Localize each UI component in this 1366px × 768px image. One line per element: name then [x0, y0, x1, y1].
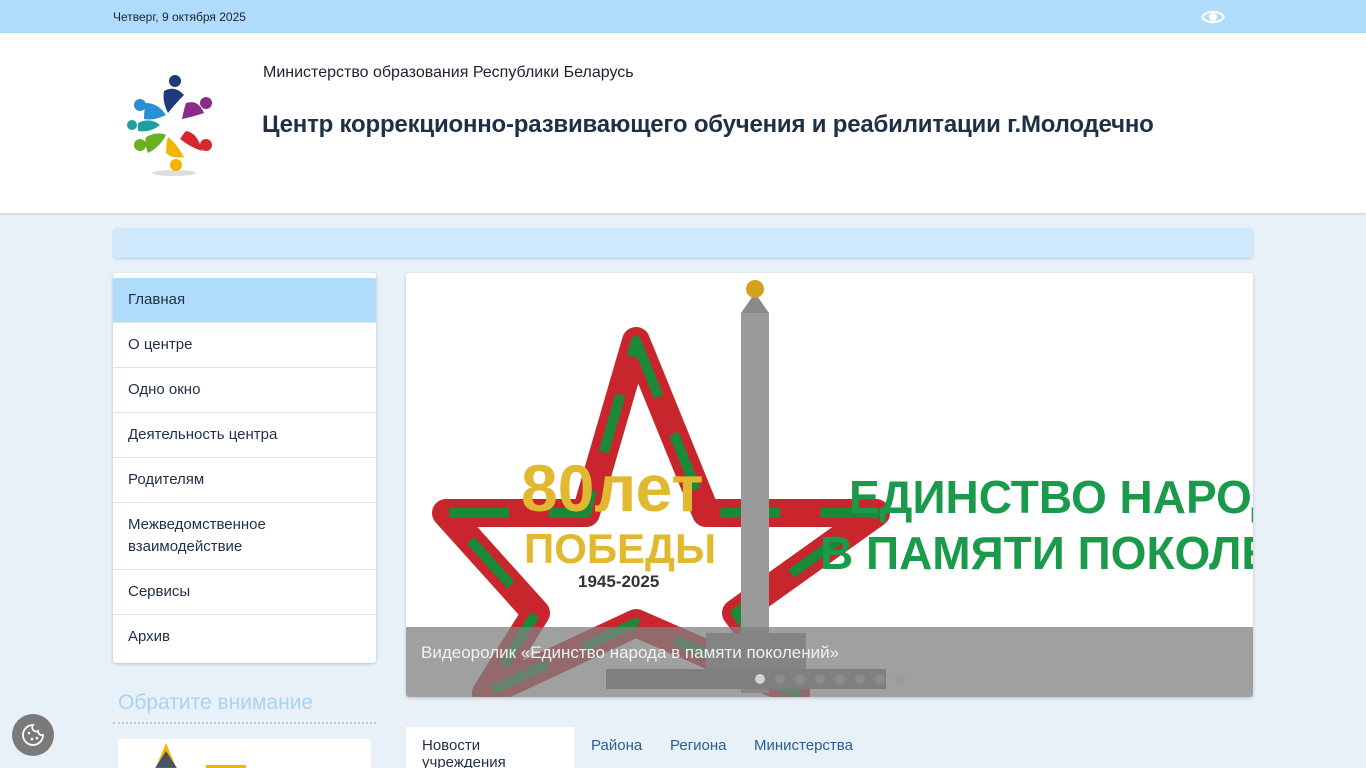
slider-dot[interactable]	[835, 674, 845, 684]
slide-caption[interactable]: Видеоролик «Единство народа в памяти пок…	[406, 627, 1253, 697]
slide-text-slogan-2: В ПАМЯТИ ПОКОЛЕНИЙ	[820, 527, 1253, 579]
slider-dot[interactable]	[895, 674, 905, 684]
slider-dot[interactable]	[795, 674, 805, 684]
news-tabs: Новости учреждения Района Региона Минист…	[406, 727, 1253, 768]
sidebar-item-archive[interactable]: Архив	[113, 615, 376, 659]
sidebar-item-one-window[interactable]: Одно окно	[113, 368, 376, 413]
sidebar-item-services[interactable]: Сервисы	[113, 570, 376, 615]
image-slider[interactable]: 80лет ПОБЕДЫ 1945-2025 ЕДИНСТВО НАРОДА В…	[406, 273, 1253, 697]
attention-banner[interactable]	[118, 739, 371, 768]
banner-image	[155, 743, 246, 768]
top-bar: Четверг, 9 октября 2025	[0, 0, 1366, 33]
sidebar-item-parents[interactable]: Родителям	[113, 458, 376, 503]
attention-title: Обратите внимание	[118, 691, 314, 714]
current-date: Четверг, 9 октября 2025	[113, 10, 246, 24]
cookie-icon	[22, 724, 44, 746]
slider-dot[interactable]	[875, 674, 885, 684]
tab-ministry[interactable]: Министерства	[738, 727, 869, 768]
sidebar-item-interagency[interactable]: Межведомственное взаимодействие	[113, 503, 376, 570]
slider-dot[interactable]	[755, 674, 765, 684]
tab-institution-news[interactable]: Новости учреждения	[406, 727, 574, 768]
page-title[interactable]: Центр коррекционно-развивающего обучения…	[262, 111, 1154, 139]
logo[interactable]	[124, 73, 224, 183]
slider-dot[interactable]	[775, 674, 785, 684]
tab-district[interactable]: Района	[575, 727, 658, 768]
sidebar-item-home[interactable]: Главная	[113, 278, 376, 323]
slider-dots	[755, 674, 905, 684]
ministry-name: Министерство образования Республики Бела…	[263, 64, 634, 81]
sidebar-menu: Главная О центре Одно окно Деятельность …	[113, 273, 376, 663]
main-navbar	[113, 228, 1253, 258]
attention-header: Обратите внимание	[113, 690, 376, 724]
tab-region[interactable]: Региона	[654, 727, 743, 768]
slide-text-years-range: 1945-2025	[578, 572, 659, 591]
slide-text-slogan-1: ЕДИНСТВО НАРОДА	[849, 471, 1253, 523]
eye-icon[interactable]	[1201, 9, 1225, 25]
cookie-settings-button[interactable]	[12, 714, 54, 756]
site-header: Министерство образования Республики Бела…	[0, 33, 1366, 213]
sidebar-item-about[interactable]: О центре	[113, 323, 376, 368]
slide-text-victory: ПОБЕДЫ	[524, 525, 716, 572]
slider-dot[interactable]	[815, 674, 825, 684]
slider-dot[interactable]	[855, 674, 865, 684]
slide-caption-text[interactable]: Видеоролик «Единство народа в памяти пок…	[421, 643, 839, 663]
slide-text-years: 80лет	[521, 451, 704, 525]
sidebar-item-activity[interactable]: Деятельность центра	[113, 413, 376, 458]
